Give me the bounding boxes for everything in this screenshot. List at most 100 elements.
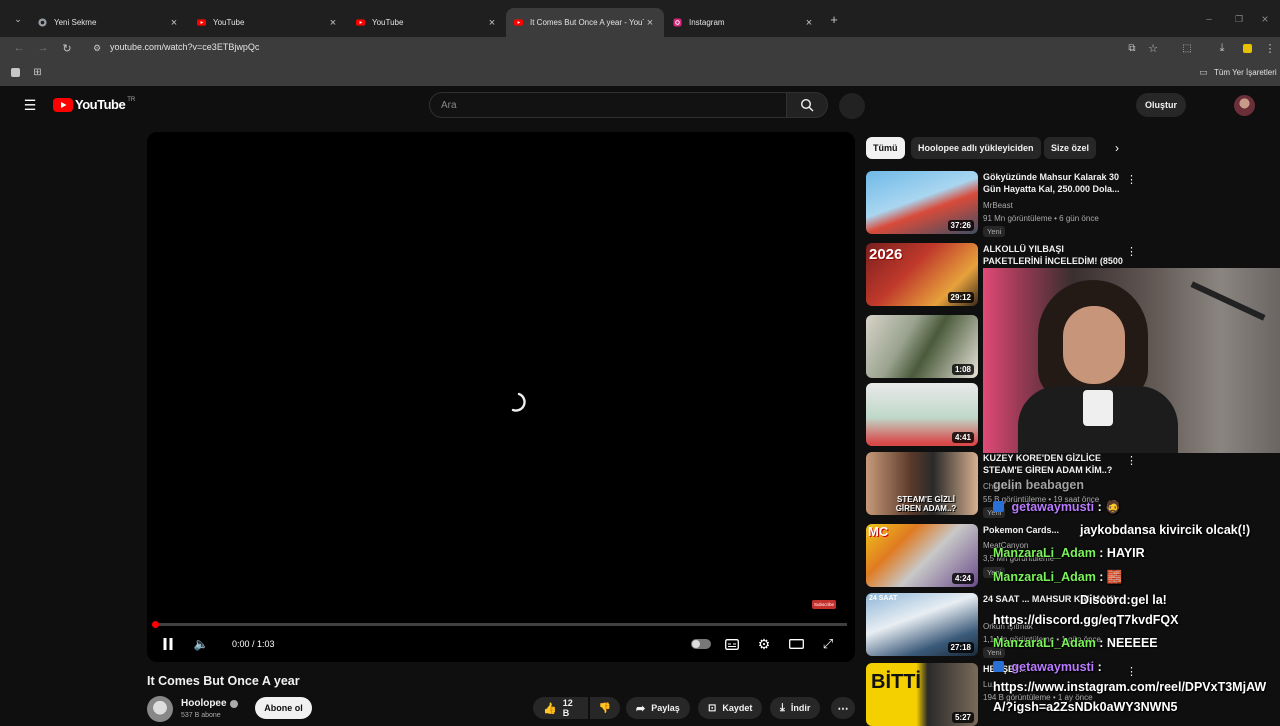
- autoplay-toggle[interactable]: [691, 639, 711, 649]
- bookmark-square-icon[interactable]: [11, 68, 20, 77]
- dislike-icon: 👎: [598, 702, 612, 714]
- create-button[interactable]: Oluştur: [1136, 93, 1186, 117]
- settings-gear-icon[interactable]: ⚙: [756, 636, 772, 652]
- video-thumbnail[interactable]: 4:41: [866, 383, 978, 446]
- bookmark-star-icon[interactable]: ☆: [1146, 41, 1160, 55]
- tab-close-icon[interactable]: ×: [486, 17, 498, 29]
- subtitles-icon[interactable]: [724, 636, 740, 652]
- tab-close-icon[interactable]: ×: [327, 17, 339, 29]
- subscribe-button[interactable]: Abone ol: [255, 697, 312, 719]
- address-bar[interactable]: youtube.com/watch?v=ce3ETBjwpQc: [110, 42, 259, 52]
- duration-badge: 37:26: [947, 220, 974, 231]
- more-options-icon[interactable]: ⋮: [1126, 454, 1137, 467]
- theater-mode-icon[interactable]: [788, 636, 804, 652]
- save-label: Kaydet: [722, 703, 753, 713]
- video-thumbnail[interactable]: 24 SAAT 27:18: [866, 593, 978, 656]
- all-bookmarks-label[interactable]: Tüm Yer İşaretleri: [1214, 68, 1277, 77]
- chip-from-uploader[interactable]: Hoolopee adlı yükleyiciden: [911, 137, 1041, 159]
- new-tab-icon[interactable]: +: [827, 12, 841, 27]
- progress-bar[interactable]: [152, 621, 847, 628]
- more-options-icon[interactable]: ⋮: [1126, 665, 1137, 678]
- reload-icon[interactable]: ↻: [60, 41, 74, 55]
- tab-active-video[interactable]: It Comes But Once A year - YouTube ×: [506, 8, 664, 37]
- tab-new-tab[interactable]: Yeni Sekme ×: [30, 8, 188, 37]
- loading-spinner-icon: [511, 392, 526, 412]
- chat-text: https://www.instagram.com/reel/DPVxT3MjA…: [993, 680, 1267, 694]
- bookmarks-bar: ⊞ ▭ Tüm Yer İşaretleri: [0, 60, 1280, 86]
- like-button[interactable]: 👍 12 B: [533, 697, 588, 719]
- recommendation-channel[interactable]: MrBeast: [983, 201, 1013, 210]
- share-button[interactable]: ➦ Paylaş: [626, 697, 690, 719]
- tab-search-icon[interactable]: ⌄: [10, 12, 26, 26]
- dislike-button[interactable]: 👎: [590, 697, 620, 719]
- create-label: Oluştur: [1144, 100, 1177, 110]
- youtube-logo[interactable]: YouTube TR: [53, 97, 135, 112]
- download-button[interactable]: ⤓ İndir: [770, 697, 821, 719]
- tab-close-icon[interactable]: ×: [168, 17, 180, 29]
- search-button[interactable]: [786, 92, 828, 118]
- tab-close-icon[interactable]: ×: [644, 17, 656, 29]
- browser-menu-icon[interactable]: ⋮: [1264, 41, 1276, 55]
- install-app-icon[interactable]: ⧉: [1125, 41, 1139, 55]
- tab-youtube-1[interactable]: YouTube ×: [189, 8, 347, 37]
- apps-grid-icon[interactable]: ⊞: [31, 66, 44, 79]
- video-thumbnail[interactable]: MC 4:24: [866, 524, 978, 587]
- recommendation-title[interactable]: Gökyüzünde Mahsur Kalarak 30 Gün Hayatta…: [983, 171, 1123, 195]
- youtube-logo-text: YouTube: [75, 97, 126, 112]
- video-thumbnail[interactable]: STEAM'E GİZLİ GİREN ADAM..?: [866, 452, 978, 515]
- chip-for-you[interactable]: Size özel: [1044, 137, 1097, 159]
- channel-name[interactable]: Hoolopee: [181, 698, 227, 709]
- video-thumbnail[interactable]: 2026 29:12: [866, 243, 978, 306]
- progress-handle[interactable]: [152, 621, 159, 628]
- webcam-mug: [1083, 390, 1113, 426]
- recommendation-item[interactable]: 37:26 Gökyüzünde Mahsur Kalarak 30 Gün H…: [866, 171, 1137, 237]
- minimize-icon[interactable]: –: [1202, 12, 1216, 26]
- video-thumbnail[interactable]: BİTTİ 5:27: [866, 663, 978, 726]
- more-options-icon[interactable]: ⋮: [1126, 173, 1137, 186]
- channel-avatar[interactable]: [147, 696, 173, 722]
- video-thumbnail[interactable]: 1:08: [866, 315, 978, 378]
- chat-text: : 🧔: [1097, 500, 1121, 514]
- recommendation-title[interactable]: KUZEY KORE'DEN GİZLİCE STEAM'E GİREN ADA…: [983, 452, 1123, 476]
- duration-badge: 1:08: [951, 364, 974, 375]
- subtitles-glyph: [725, 638, 739, 650]
- menu-icon[interactable]: ☰: [22, 97, 38, 113]
- download-label: İndir: [790, 703, 811, 713]
- subscribe-watermark[interactable]: Subscribe: [812, 600, 837, 609]
- more-options-icon[interactable]: ⋮: [1126, 245, 1137, 258]
- video-player[interactable]: Subscribe 🔈 0:00 / 1:03 ⚙ ⤢: [147, 132, 855, 662]
- streamer-webcam-overlay: [983, 268, 1280, 453]
- chip-all[interactable]: Tümü: [866, 137, 905, 159]
- tab-close-icon[interactable]: ×: [803, 17, 815, 29]
- pause-icon[interactable]: [160, 636, 176, 652]
- duration-badge: 29:12: [947, 292, 974, 303]
- thumbnail-text: MC: [868, 524, 889, 539]
- subscribe-watermark-label: Subscribe: [814, 602, 835, 607]
- voice-search-button[interactable]: [839, 93, 865, 119]
- video-thumbnail[interactable]: 37:26: [866, 171, 978, 234]
- close-window-icon[interactable]: ×: [1258, 12, 1272, 26]
- avatar[interactable]: [1234, 95, 1255, 116]
- volume-icon[interactable]: 🔈: [193, 636, 209, 652]
- extensions-icon[interactable]: ⬚: [1180, 41, 1194, 55]
- subscribe-label: Abone ol: [264, 703, 303, 713]
- subscriber-count: 537 B abone: [181, 712, 221, 719]
- chevron-right-icon[interactable]: ›: [1109, 140, 1125, 156]
- more-actions-button[interactable]: ⋯: [831, 697, 855, 719]
- search-box[interactable]: Ara: [429, 92, 787, 118]
- chat-platform-icon: [993, 661, 1004, 672]
- save-button[interactable]: ⊡ Kaydet: [698, 697, 763, 719]
- site-info-icon[interactable]: ⚙: [90, 41, 104, 55]
- tab-instagram[interactable]: Instagram ×: [665, 8, 823, 37]
- chat-username: ManzaraLi_Adam: [993, 546, 1096, 560]
- fullscreen-icon[interactable]: ⤢: [820, 636, 836, 652]
- maximize-icon[interactable]: ❐: [1232, 12, 1246, 26]
- profile-extension-icon[interactable]: [1240, 41, 1254, 55]
- new-badge: Yeni: [983, 226, 1006, 237]
- forward-icon[interactable]: →: [36, 41, 50, 55]
- chat-message: getawaymusti :: [993, 660, 1102, 674]
- chat-text: :: [1097, 660, 1102, 674]
- tab-youtube-2[interactable]: YouTube ×: [348, 8, 506, 37]
- back-icon[interactable]: ←: [12, 41, 26, 55]
- download-icon[interactable]: ⤓: [1215, 41, 1229, 55]
